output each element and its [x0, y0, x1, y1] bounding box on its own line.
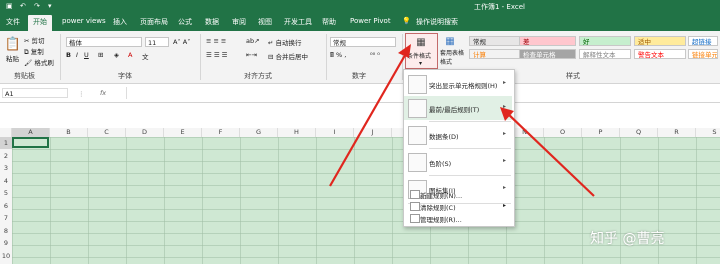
arrow-to-conditional-format — [329, 49, 409, 187]
annotation-arrows — [329, 44, 595, 197]
arrowhead-icon — [398, 44, 411, 58]
watermark: 知乎 @曹亮 — [590, 231, 665, 247]
arrow-to-top-bottom-rules — [506, 112, 595, 197]
